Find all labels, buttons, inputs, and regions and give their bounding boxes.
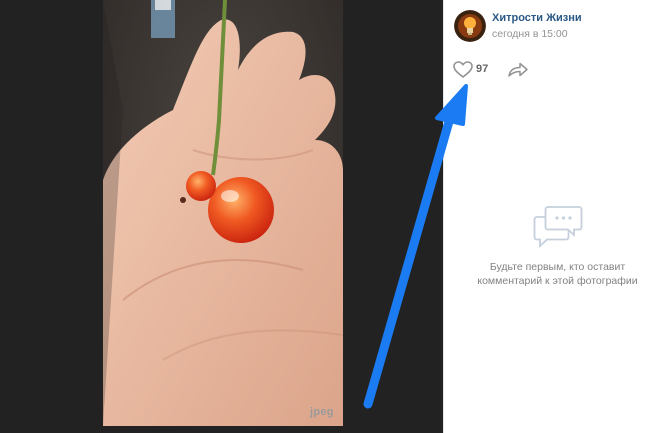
comments-empty-state: Будьте первым, кто оставит комментарий к… [444, 205, 670, 288]
like-button[interactable]: 97 [453, 58, 493, 80]
like-count: 97 [476, 63, 489, 75]
image-format-tag: jpeg [310, 406, 334, 418]
share-arrow-icon [508, 62, 528, 77]
author-name-link[interactable]: Хитрости Жизни [492, 12, 582, 24]
comments-bubbles-icon [533, 206, 582, 249]
lightbulb-avatar-icon[interactable] [454, 10, 486, 42]
post-side-panel: Хитрости Жизни сегодня в 15:00 97 Будьте… [443, 0, 670, 433]
comments-empty-text: Будьте первым, кто оставит комментарий к… [477, 261, 638, 287]
post-actions: 97 [453, 58, 653, 80]
cherry-in-hand-photo [103, 0, 343, 426]
photo-image[interactable] [103, 0, 343, 426]
post-header: Хитрости Жизни сегодня в 15:00 [454, 9, 664, 43]
post-timestamp[interactable]: сегодня в 15:00 [492, 28, 568, 40]
heart-icon [453, 61, 473, 78]
share-button[interactable] [507, 61, 529, 78]
photo-viewer: jpeg [0, 0, 443, 433]
